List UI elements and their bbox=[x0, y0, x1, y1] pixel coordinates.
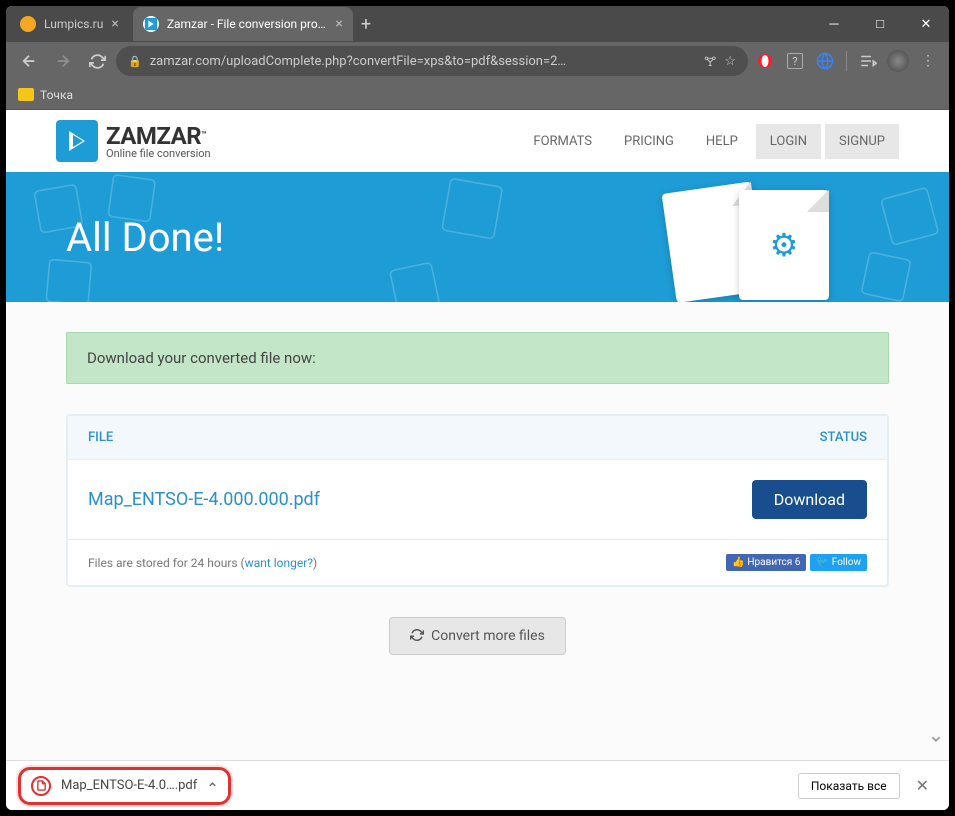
lumpics-favicon bbox=[20, 16, 36, 32]
logo-subtitle: Online file conversion bbox=[106, 148, 211, 159]
nav-pricing[interactable]: PRICING bbox=[610, 124, 688, 159]
banner-pages-icon: ⚙ bbox=[649, 190, 829, 300]
tab-title: Lumpics.ru bbox=[44, 17, 103, 31]
bookmark-star-icon[interactable]: ☆ bbox=[724, 54, 736, 69]
downloads-bar: Map_ENTSO-E-4.0….pdf Показать все ✕ bbox=[6, 760, 949, 810]
download-item[interactable]: Map_ENTSO-E-4.0….pdf bbox=[18, 767, 231, 805]
tab-lumpics[interactable]: Lumpics.ru × bbox=[10, 7, 129, 41]
pdf-icon bbox=[31, 776, 51, 796]
zamzar-logo[interactable]: ZAMZAR™ Online file conversion bbox=[56, 120, 211, 162]
close-window-button[interactable]: ✕ bbox=[903, 6, 949, 42]
twitter-icon: 🐦 bbox=[816, 557, 828, 568]
page-content: ZAMZAR™ Online file conversion FORMATS P… bbox=[6, 110, 949, 760]
translate-icon[interactable]: 🝖 bbox=[704, 48, 716, 74]
close-icon[interactable]: × bbox=[111, 16, 118, 32]
download-button[interactable]: Download bbox=[752, 480, 867, 519]
address-bar[interactable]: 🔒 zamzar.com/uploadComplete.php?convertF… bbox=[116, 46, 748, 76]
minimize-button[interactable]: ─ bbox=[811, 6, 857, 42]
nav-signup[interactable]: SIGNUP bbox=[825, 124, 899, 159]
logo-brand: ZAMZAR bbox=[106, 122, 201, 150]
close-icon[interactable]: × bbox=[335, 16, 342, 32]
scroll-down-icon[interactable] bbox=[929, 731, 943, 750]
show-all-button[interactable]: Показать все bbox=[798, 773, 900, 799]
playlist-icon[interactable] bbox=[855, 48, 881, 74]
thumbs-up-icon: 👍 bbox=[732, 557, 744, 568]
opera-icon[interactable] bbox=[752, 48, 778, 74]
bookmark-item[interactable]: Точка bbox=[40, 88, 73, 102]
twitter-follow-button[interactable]: 🐦Follow bbox=[810, 554, 867, 571]
nav-formats[interactable]: FORMATS bbox=[519, 124, 606, 159]
zamzar-favicon bbox=[143, 16, 159, 32]
success-alert: Download your converted file now: bbox=[66, 332, 889, 384]
tab-title: Zamzar - File conversion progres bbox=[167, 17, 328, 31]
logo-icon bbox=[56, 120, 98, 162]
gear-icon: ⚙ bbox=[770, 226, 799, 264]
reload-button[interactable] bbox=[82, 46, 112, 76]
download-filename: Map_ENTSO-E-4.0….pdf bbox=[61, 778, 197, 793]
new-tab-button[interactable]: + bbox=[353, 14, 379, 35]
refresh-icon bbox=[410, 628, 424, 642]
globe-icon[interactable] bbox=[812, 48, 838, 74]
back-button[interactable] bbox=[14, 46, 44, 76]
forward-button[interactable] bbox=[48, 46, 78, 76]
banner-title: All Done! bbox=[66, 214, 224, 261]
want-longer-link[interactable]: want longer? bbox=[245, 556, 313, 570]
column-file-header: FILE bbox=[88, 430, 113, 445]
url-text: zamzar.com/uploadComplete.php?convertFil… bbox=[150, 54, 696, 69]
nav-help[interactable]: HELP bbox=[692, 124, 752, 159]
file-name-link[interactable]: Map_ENTSO-E-4.000.000.pdf bbox=[88, 489, 320, 510]
bookmarks-bar: Точка bbox=[6, 80, 949, 110]
banner: All Done! ⚙ bbox=[6, 172, 949, 302]
close-downloads-icon[interactable]: ✕ bbox=[908, 772, 937, 799]
storage-note: Files are stored for 24 hours (want long… bbox=[88, 556, 317, 570]
menu-button[interactable]: ⋮ bbox=[915, 48, 941, 74]
facebook-like-button[interactable]: 👍Нравится 6 bbox=[726, 554, 806, 571]
folder-icon bbox=[18, 88, 34, 101]
lock-icon: 🔒 bbox=[128, 55, 142, 68]
chevron-up-icon[interactable] bbox=[207, 779, 218, 793]
convert-more-button[interactable]: Convert more files bbox=[389, 617, 566, 655]
site-header: ZAMZAR™ Online file conversion FORMATS P… bbox=[6, 110, 949, 172]
browser-toolbar: 🔒 zamzar.com/uploadComplete.php?convertF… bbox=[6, 42, 949, 80]
help-icon[interactable]: ? bbox=[782, 48, 808, 74]
profile-avatar[interactable] bbox=[885, 48, 911, 74]
file-card: FILE STATUS Map_ENTSO-E-4.000.000.pdf Do… bbox=[66, 414, 889, 587]
nav-login[interactable]: LOGIN bbox=[756, 124, 821, 159]
browser-titlebar: Lumpics.ru × Zamzar - File conversion pr… bbox=[6, 6, 949, 42]
file-row: Map_ENTSO-E-4.000.000.pdf Download bbox=[68, 459, 887, 539]
maximize-button[interactable]: □ bbox=[857, 6, 903, 42]
tab-zamzar[interactable]: Zamzar - File conversion progres × bbox=[133, 7, 353, 41]
column-status-header: STATUS bbox=[820, 430, 867, 445]
